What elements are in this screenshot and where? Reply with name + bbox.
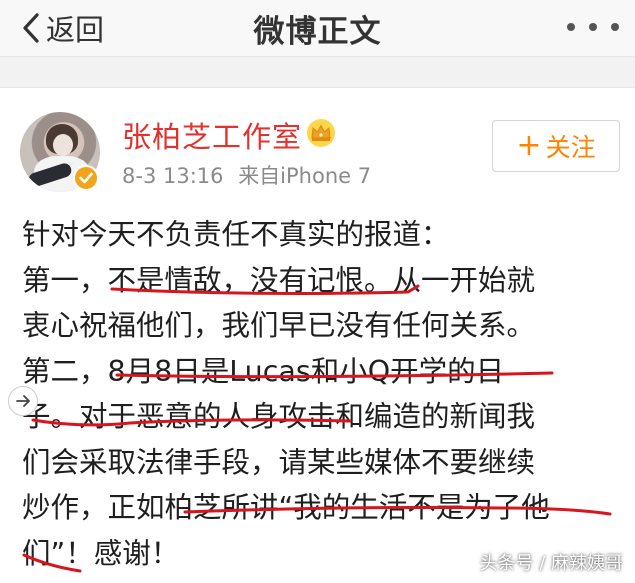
post-meta: 8-3 13:16 来自iPhone 7	[122, 160, 371, 190]
share-arrow-icon[interactable]	[8, 386, 38, 416]
avatar-face	[53, 134, 73, 156]
post-body: 针对今天不负责任不真实的报道： 第一，不是情敌，没有记恨。从一开始就 衷心祝福他…	[22, 212, 627, 576]
post-line: 衷心祝福他们，我们早已没有任何关系。	[22, 309, 536, 342]
follow-label: 关注	[545, 133, 596, 162]
nav-bar: 返回 微博正文	[0, 0, 635, 56]
post-line: 子。对于恶意的人身攻击和编造的新闻我	[22, 400, 536, 433]
post-source: 来自iPhone 7	[238, 164, 372, 188]
more-dots-icon[interactable]	[567, 20, 619, 34]
verified-badge-icon	[73, 165, 99, 191]
post-time: 8-3 13:16	[122, 164, 224, 188]
author-name[interactable]: 张柏芝工作室	[122, 114, 302, 156]
plus-icon: +	[516, 128, 542, 163]
checkmark-icon	[79, 172, 93, 184]
crown-member-icon[interactable]	[306, 118, 336, 148]
post-line: 炒作，正如柏芝所讲“我的生活不是为了他	[22, 491, 550, 524]
post-line: 第二，8月8日是Lucas和小Q开学的日	[22, 354, 505, 388]
page-title: 微博正文	[253, 14, 382, 50]
watermark: 头条号 / 麻辣姨哥	[479, 553, 623, 574]
dot	[589, 23, 597, 31]
dot	[567, 23, 575, 31]
dot	[611, 23, 619, 31]
follow-button[interactable]: + 关注	[492, 120, 620, 172]
post-line: 第一，不是情敌，没有记恨。从一开始就	[22, 263, 536, 297]
section-divider	[0, 56, 635, 88]
post-line: 们会采取法律手段，请某些媒体不要继续	[22, 445, 536, 479]
post-line: 针对今天不负责任不真实的报道：	[22, 218, 450, 251]
arrow-icon	[16, 395, 30, 407]
